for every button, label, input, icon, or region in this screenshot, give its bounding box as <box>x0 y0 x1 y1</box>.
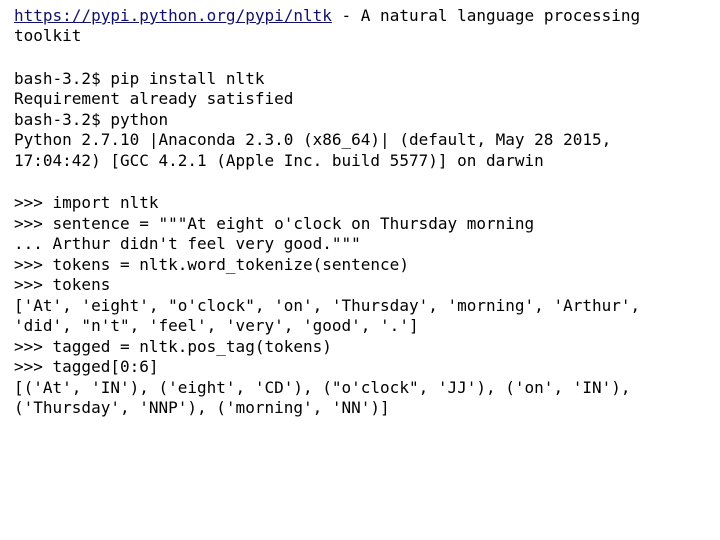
repl-block: >>> import nltk >>> sentence = """At eig… <box>14 193 706 418</box>
intro-block: https://pypi.python.org/pypi/nltk - A na… <box>14 6 706 47</box>
pypi-link[interactable]: https://pypi.python.org/pypi/nltk <box>14 6 332 25</box>
shell-block: bash-3.2$ pip install nltk Requirement a… <box>14 69 706 171</box>
